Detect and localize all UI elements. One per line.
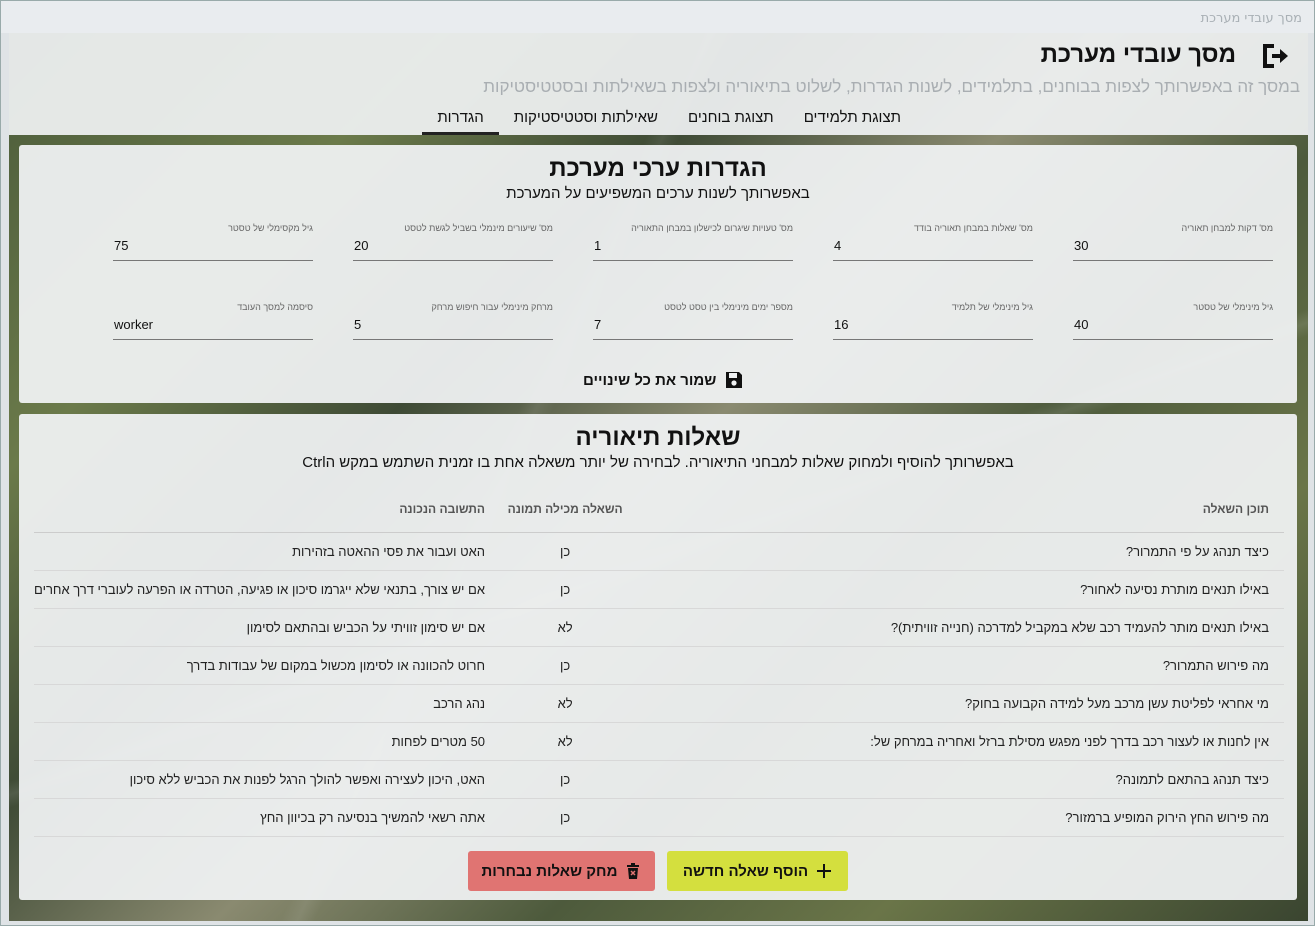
field-worker-password: סיסמה למסך העובד xyxy=(113,302,313,340)
field-max-errors: מס' טעויות שיגרום לכישלון במבחן התאוריה xyxy=(593,223,793,261)
window-titlebar: מסך עובדי מערכת xyxy=(1,1,1314,33)
min-days-input[interactable] xyxy=(594,317,784,332)
answer-cell: אם יש צורך, בתנאי שלא ייגרמו סיכון או פג… xyxy=(34,570,501,609)
field-label: מרחק מינימלי עבור חיפוש מרחק xyxy=(431,302,553,312)
field-label: מס' דקות למבחן תאוריה xyxy=(1181,223,1273,233)
tab-settings[interactable]: הגדרות xyxy=(422,103,499,135)
has-image-cell: כן xyxy=(500,798,631,837)
field-min-tester-age: גיל מינימלי של טסטר xyxy=(1073,302,1273,340)
has-image-cell: כן xyxy=(500,646,631,685)
field-label: מס' שאלות במבחן תאוריה בודד xyxy=(914,223,1033,233)
has-image-cell: כן xyxy=(500,570,631,609)
tab-students[interactable]: תצוגת תלמידים xyxy=(789,103,916,135)
question-cell: מי אחראי לפליטת עשן מרכב מעל למידה הקבוע… xyxy=(630,684,1284,723)
question-cell: אין לחנות או לעצור רכב בדרך לפני מפגש מס… xyxy=(630,722,1284,761)
window-title: מסך עובדי מערכת xyxy=(1200,11,1302,26)
page-header: מסך עובדי מערכת במסך זה באפשרותך לצפות ב… xyxy=(9,33,1308,135)
answer-cell: נהג הרכב xyxy=(34,684,501,723)
logout-icon[interactable] xyxy=(1260,41,1290,71)
delete-questions-label: מחק שאלות נבחרות xyxy=(481,862,618,880)
app-window: מסך עובדי מערכת מסך עובדי מערכת במסך זה … xyxy=(0,0,1315,926)
question-cell: באילו תנאים מותרת נסיעה לאחור? xyxy=(630,570,1284,609)
settings-title: הגדרות ערכי מערכת xyxy=(549,155,767,182)
answer-cell: חרוט להכוונה או לסימון מכשול במקום של עב… xyxy=(34,646,501,685)
trash-icon xyxy=(627,863,640,879)
question-cell: כיצד תנהג על פי התמרור? xyxy=(630,532,1284,571)
has-image-cell: כן xyxy=(500,532,631,571)
table-row[interactable]: באילו תנאים מותר להעמיד רכב שלא במקביל ל… xyxy=(34,608,1284,647)
table-row[interactable]: מה פירוש התמרור? כן חרוט להכוונה או לסימ… xyxy=(34,646,1284,685)
min-lessons-input[interactable] xyxy=(354,238,544,253)
answer-cell: אתה רשאי להמשיך בנסיעה רק בכיוון החץ xyxy=(34,798,501,837)
table-header-row: תוכן השאלה השאלה מכילה תמונה התשובה הנכו… xyxy=(34,487,1284,533)
min-student-age-input[interactable] xyxy=(834,317,1024,332)
tab-bar: תצוגת תלמידים תצוגת בוחנים שאילתות וסטטי… xyxy=(422,103,916,135)
save-all-button[interactable]: שמור את כל שינויים xyxy=(583,367,744,393)
field-min-days-between-tests: מספר ימים מינימלי בין טסט לטסט xyxy=(593,302,793,340)
questions-table: תוכן השאלה השאלה מכילה תמונה התשובה הנכו… xyxy=(34,487,1284,837)
answer-cell: אם יש סימון זוויתי על הכביש ובהתאם לסימו… xyxy=(34,608,501,647)
table-row[interactable]: כיצד תנהג על פי התמרור? כן האט ועבור את … xyxy=(34,532,1284,571)
answer-cell: האט, היכון לעצירה ואפשר להולך הרגל לפנות… xyxy=(34,760,501,799)
answer-cell: 50 מטרים לפחות xyxy=(34,722,501,761)
max-errors-input[interactable] xyxy=(594,238,784,253)
has-image-cell: לא xyxy=(500,684,631,723)
settings-subtitle: באפשרותך לשנות ערכים המשפיעים על המערכת xyxy=(506,185,810,202)
has-image-cell: לא xyxy=(500,722,631,761)
field-questions-per-test: מס' שאלות במבחן תאוריה בודד xyxy=(833,223,1033,261)
table-row[interactable]: אין לחנות או לעצור רכב בדרך לפני מפגש מס… xyxy=(34,722,1284,761)
tab-queries[interactable]: שאילתות וסטטיסטיקות xyxy=(499,103,673,135)
field-max-tester-age: גיל מקסימלי של טסטר xyxy=(113,223,313,261)
theory-card: שאלות תיאוריה באפשרותך להוסיף ולמחוק שאל… xyxy=(19,414,1297,900)
question-cell: באילו תנאים מותר להעמיד רכב שלא במקביל ל… xyxy=(630,608,1284,647)
field-label: סיסמה למסך העובד xyxy=(237,302,313,312)
column-header-answer[interactable]: התשובה הנכונה xyxy=(34,487,501,533)
field-label: גיל מינימלי של תלמיד xyxy=(951,302,1033,312)
column-header-has-image[interactable]: השאלה מכילה תמונה xyxy=(500,487,631,533)
add-question-label: הוסף שאלה חדשה xyxy=(682,862,809,880)
field-label: מס' שיעורים מינמלי בשביל לגשת לטסט xyxy=(404,223,553,233)
delete-questions-button[interactable]: מחק שאלות נבחרות xyxy=(468,851,655,891)
field-label: גיל מקסימלי של טסטר xyxy=(228,223,313,233)
plus-icon xyxy=(817,864,832,878)
worker-password-input[interactable] xyxy=(114,317,304,332)
theory-title: שאלות תיאוריה xyxy=(575,424,741,451)
field-min-search-distance: מרחק מינימלי עבור חיפוש מרחק xyxy=(353,302,553,340)
answer-cell: האט ועבור את פסי ההאטה בזהירות xyxy=(34,532,501,571)
theory-minutes-input[interactable] xyxy=(1074,238,1264,253)
questions-per-test-input[interactable] xyxy=(834,238,1024,253)
has-image-cell: כן xyxy=(500,760,631,799)
table-row[interactable]: כיצד תנהג בהתאם לתמונה? כן האט, היכון לע… xyxy=(34,760,1284,799)
field-label: מספר ימים מינימלי בין טסט לטסט xyxy=(664,302,793,312)
min-distance-input[interactable] xyxy=(354,317,544,332)
save-label: שמור את כל שינויים xyxy=(583,371,717,389)
table-row[interactable]: מה פירוש החץ הירוק המופיע ברמזור? כן אתה… xyxy=(34,798,1284,837)
page-subtitle: במסך זה באפשרותך לצפות בבוחנים, בתלמידים… xyxy=(483,77,1300,96)
min-tester-age-input[interactable] xyxy=(1074,317,1264,332)
table-row[interactable]: באילו תנאים מותרת נסיעה לאחור? כן אם יש … xyxy=(34,570,1284,609)
column-header-question[interactable]: תוכן השאלה xyxy=(630,487,1284,533)
field-min-lessons: מס' שיעורים מינמלי בשביל לגשת לטסט xyxy=(353,223,553,261)
question-cell: מה פירוש החץ הירוק המופיע ברמזור? xyxy=(630,798,1284,837)
tab-testers[interactable]: תצוגת בוחנים xyxy=(673,103,789,135)
question-cell: מה פירוש התמרור? xyxy=(630,646,1284,685)
field-label: מס' טעויות שיגרום לכישלון במבחן התאוריה xyxy=(631,223,793,233)
theory-subtitle: באפשרותך להוסיף ולמחוק שאלות למבחני התיא… xyxy=(302,454,1014,471)
has-image-cell: לא xyxy=(500,608,631,647)
question-cell: כיצד תנהג בהתאם לתמונה? xyxy=(630,760,1284,799)
field-min-student-age: גיל מינימלי של תלמיד xyxy=(833,302,1033,340)
settings-card: הגדרות ערכי מערכת באפשרותך לשנות ערכים ה… xyxy=(19,145,1297,403)
field-label: גיל מינימלי של טסטר xyxy=(1193,302,1273,312)
add-question-button[interactable]: הוסף שאלה חדשה xyxy=(667,851,848,891)
page-title: מסך עובדי מערכת xyxy=(1040,41,1236,68)
save-icon xyxy=(726,372,743,388)
table-row[interactable]: מי אחראי לפליטת עשן מרכב מעל למידה הקבוע… xyxy=(34,684,1284,723)
max-tester-age-input[interactable] xyxy=(114,238,304,253)
field-theory-minutes: מס' דקות למבחן תאוריה xyxy=(1073,223,1273,261)
